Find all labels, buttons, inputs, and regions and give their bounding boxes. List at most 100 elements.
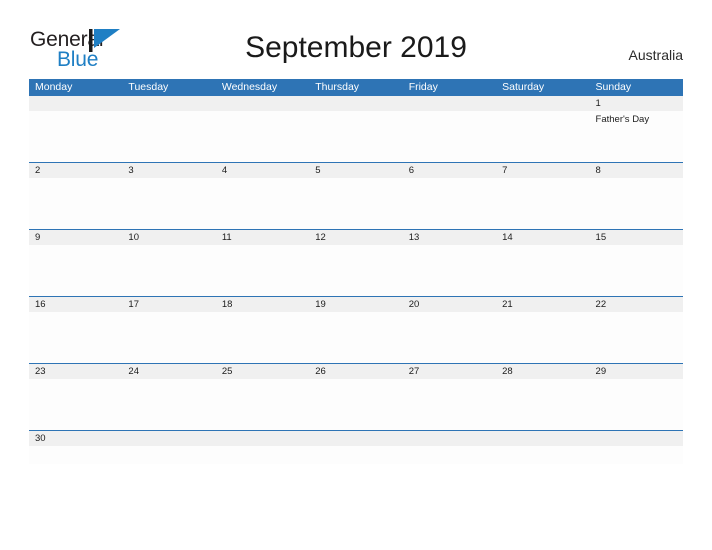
day-number[interactable] — [403, 96, 496, 111]
day-number[interactable]: 12 — [309, 230, 402, 245]
day-cell[interactable] — [496, 178, 589, 229]
weekday-header-row: Monday Tuesday Wednesday Thursday Friday… — [29, 79, 683, 96]
day-cell[interactable] — [122, 178, 215, 229]
day-cell[interactable] — [29, 446, 122, 464]
week-row: 30 — [29, 430, 683, 464]
day-cell[interactable] — [496, 312, 589, 363]
day-cell[interactable] — [309, 245, 402, 296]
day-number[interactable]: 13 — [403, 230, 496, 245]
day-number[interactable]: 14 — [496, 230, 589, 245]
day-cell[interactable] — [403, 379, 496, 430]
day-cell[interactable] — [216, 379, 309, 430]
day-number[interactable]: 11 — [216, 230, 309, 245]
day-number[interactable]: 26 — [309, 364, 402, 379]
day-event-band — [29, 312, 683, 363]
day-cell[interactable] — [496, 245, 589, 296]
day-number[interactable] — [590, 431, 683, 446]
day-number[interactable]: 6 — [403, 163, 496, 178]
day-number[interactable]: 3 — [122, 163, 215, 178]
day-cell[interactable] — [216, 111, 309, 162]
day-cell[interactable] — [590, 178, 683, 229]
day-number[interactable]: 16 — [29, 297, 122, 312]
day-number[interactable]: 30 — [29, 431, 122, 446]
day-cell[interactable] — [403, 312, 496, 363]
weekday-friday: Friday — [408, 81, 438, 93]
day-cell[interactable] — [590, 379, 683, 430]
calendar-grid: Monday Tuesday Wednesday Thursday Friday… — [29, 79, 683, 464]
day-cell[interactable] — [309, 379, 402, 430]
day-cell[interactable] — [403, 245, 496, 296]
day-number[interactable] — [496, 96, 589, 111]
day-cell[interactable] — [403, 111, 496, 162]
day-number[interactable]: 22 — [590, 297, 683, 312]
day-number[interactable]: 23 — [29, 364, 122, 379]
day-cell[interactable] — [122, 379, 215, 430]
day-number[interactable] — [309, 96, 402, 111]
day-cell[interactable] — [403, 178, 496, 229]
day-cell[interactable] — [496, 446, 589, 464]
week-row: 2 3 4 5 6 7 8 — [29, 162, 683, 229]
day-number[interactable]: 20 — [403, 297, 496, 312]
day-cell[interactable] — [29, 245, 122, 296]
day-number[interactable]: 2 — [29, 163, 122, 178]
day-cell[interactable] — [590, 446, 683, 464]
day-cell[interactable] — [122, 446, 215, 464]
day-number[interactable]: 28 — [496, 364, 589, 379]
day-cell[interactable] — [496, 379, 589, 430]
day-number[interactable] — [122, 96, 215, 111]
day-cell[interactable] — [309, 312, 402, 363]
day-cell[interactable] — [122, 245, 215, 296]
day-cell[interactable] — [122, 312, 215, 363]
day-cell[interactable] — [309, 178, 402, 229]
day-number[interactable] — [309, 431, 402, 446]
day-cell[interactable] — [216, 245, 309, 296]
page-header: General Blue September 2019 Australia — [0, 0, 712, 76]
day-number[interactable]: 5 — [309, 163, 402, 178]
day-cell[interactable] — [29, 111, 122, 162]
day-cell[interactable] — [29, 312, 122, 363]
day-cell[interactable] — [216, 178, 309, 229]
day-event-band — [29, 245, 683, 296]
day-number[interactable] — [122, 431, 215, 446]
day-cell[interactable] — [216, 446, 309, 464]
day-number[interactable]: 10 — [122, 230, 215, 245]
day-number[interactable]: 1 — [590, 96, 683, 111]
day-number[interactable]: 18 — [216, 297, 309, 312]
day-cell[interactable] — [216, 312, 309, 363]
day-number[interactable]: 19 — [309, 297, 402, 312]
day-number[interactable] — [216, 431, 309, 446]
day-cell[interactable] — [309, 111, 402, 162]
day-number[interactable] — [403, 431, 496, 446]
day-cell[interactable] — [403, 446, 496, 464]
day-cell[interactable] — [29, 379, 122, 430]
day-cell[interactable] — [496, 111, 589, 162]
page-title: September 2019 — [245, 31, 467, 64]
day-number[interactable] — [29, 96, 122, 111]
day-number[interactable]: 9 — [29, 230, 122, 245]
day-number[interactable]: 8 — [590, 163, 683, 178]
week-row: 16 17 18 19 20 21 22 — [29, 296, 683, 363]
week-row: 23 24 25 26 27 28 29 — [29, 363, 683, 430]
day-number[interactable]: 25 — [216, 364, 309, 379]
weekday-monday: Monday — [35, 81, 73, 93]
day-event-band — [29, 178, 683, 229]
day-number[interactable] — [496, 431, 589, 446]
day-number[interactable]: 27 — [403, 364, 496, 379]
day-cell[interactable] — [309, 446, 402, 464]
day-cell[interactable] — [29, 178, 122, 229]
day-number[interactable]: 24 — [122, 364, 215, 379]
day-cell[interactable] — [590, 245, 683, 296]
day-cell[interactable]: Father's Day — [590, 111, 683, 162]
day-number[interactable]: 17 — [122, 297, 215, 312]
day-number[interactable] — [216, 96, 309, 111]
day-number[interactable]: 29 — [590, 364, 683, 379]
day-cell[interactable] — [122, 111, 215, 162]
day-number[interactable]: 4 — [216, 163, 309, 178]
day-number[interactable]: 15 — [590, 230, 683, 245]
weekday-sunday: Sunday — [595, 81, 632, 93]
day-cell[interactable] — [590, 312, 683, 363]
day-number[interactable]: 21 — [496, 297, 589, 312]
day-number-band: 23 24 25 26 27 28 29 — [29, 364, 683, 379]
day-number-band: 9 10 11 12 13 14 15 — [29, 230, 683, 245]
day-number[interactable]: 7 — [496, 163, 589, 178]
